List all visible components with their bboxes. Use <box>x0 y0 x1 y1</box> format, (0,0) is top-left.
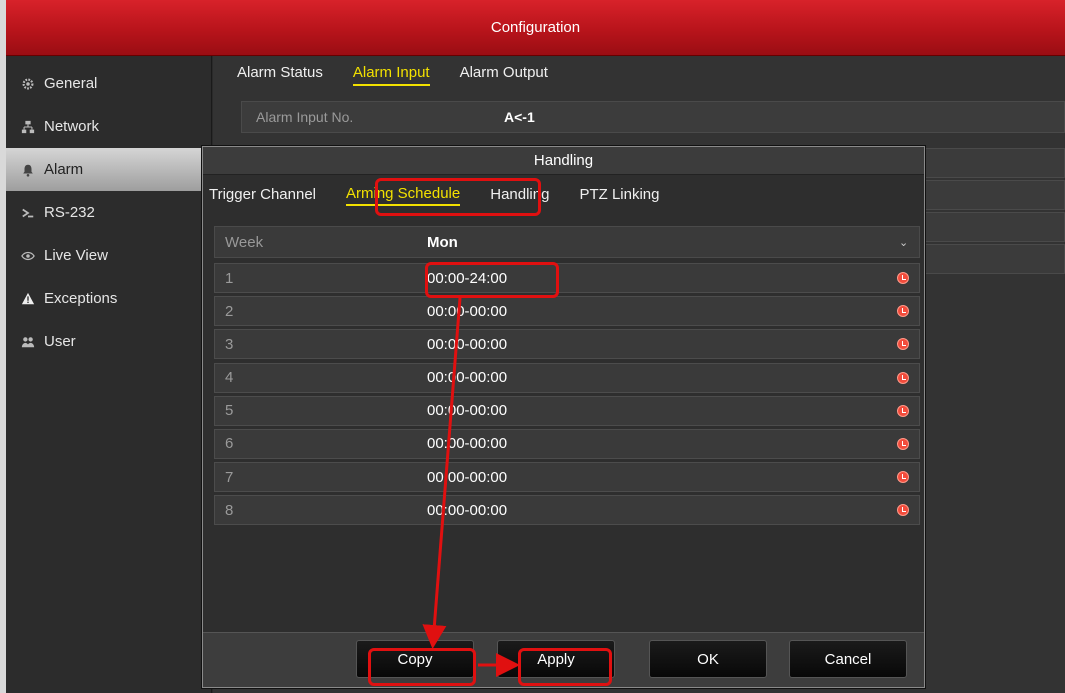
bell-icon <box>20 162 36 178</box>
clock-icon[interactable] <box>897 471 909 484</box>
schedule-row-number: 2 <box>225 302 234 320</box>
serial-port-icon <box>20 205 36 221</box>
schedule-row-number: 3 <box>225 335 234 353</box>
clock-icon[interactable] <box>897 305 909 318</box>
dialog-title: Handling <box>533 152 594 169</box>
sidebar-item-label: Alarm <box>44 161 84 178</box>
title-bar: Configuration <box>6 0 1065 56</box>
window-title: Configuration <box>490 19 581 36</box>
schedule-row: 1 00:00-24:00 <box>214 263 920 293</box>
background-field-row <box>923 180 1065 210</box>
schedule-list: 1 00:00-24:00 2 00:00-00:00 3 00:00-00:0… <box>214 263 920 529</box>
schedule-row: 7 00:00-00:00 <box>214 462 920 493</box>
tab-ptz-linking[interactable]: PTZ Linking <box>579 186 659 205</box>
sidebar-item-rs232[interactable]: RS-232 <box>6 191 211 234</box>
week-value: Mon <box>427 233 458 251</box>
sidebar-item-exceptions[interactable]: Exceptions <box>6 277 211 320</box>
schedule-row: 4 00:00-00:00 <box>214 362 920 393</box>
chevron-down-icon: ⌄ <box>899 236 909 249</box>
schedule-row: 6 00:00-00:00 <box>214 428 920 459</box>
alarm-input-no-value[interactable]: A<-1 <box>504 109 535 125</box>
schedule-row: 3 00:00-00:00 <box>214 329 920 360</box>
sidebar-item-label: Exceptions <box>44 290 118 307</box>
alarm-tabs: Alarm Status Alarm Input Alarm Output <box>237 64 578 86</box>
tab-alarm-input[interactable]: Alarm Input <box>352 64 430 86</box>
sidebar: General Network Alarm RS-232 Live View E… <box>6 56 212 693</box>
schedule-row: 8 00:00-00:00 <box>214 495 920 526</box>
schedule-row-number: 4 <box>225 369 234 387</box>
clock-icon[interactable] <box>897 371 909 384</box>
schedule-time-field[interactable]: 00:00-00:00 <box>427 402 897 419</box>
schedule-row: 5 00:00-00:00 <box>214 395 920 426</box>
sidebar-item-live-view[interactable]: Live View <box>6 234 211 277</box>
sidebar-item-general[interactable]: General <box>6 62 211 105</box>
schedule-time-field[interactable]: 00:00-00:00 <box>427 435 897 452</box>
clock-icon[interactable] <box>897 272 909 284</box>
schedule-time-field[interactable]: 00:00-00:00 <box>427 469 897 486</box>
schedule-row-number: 8 <box>225 501 234 519</box>
highlight-schedule-row-1 <box>425 262 559 298</box>
highlight-arming-schedule-tab <box>375 178 541 216</box>
background-field-row <box>923 244 1065 274</box>
schedule-time-field[interactable]: 00:00-00:00 <box>427 303 897 320</box>
schedule-row: 2 00:00-00:00 <box>214 296 920 327</box>
schedule-row-number: 1 <box>225 269 234 287</box>
tab-alarm-status[interactable]: Alarm Status <box>237 64 323 86</box>
clock-icon[interactable] <box>897 504 909 517</box>
alarm-input-no-label: Alarm Input No. <box>256 109 354 125</box>
clock-icon[interactable] <box>897 338 909 351</box>
handling-dialog: Handling Trigger Channel Arming Schedule… <box>202 146 925 688</box>
highlight-copy-button <box>368 648 476 686</box>
background-field-row <box>923 212 1065 242</box>
sidebar-item-label: Live View <box>44 247 108 264</box>
sidebar-item-label: RS-232 <box>44 204 95 221</box>
sidebar-item-alarm[interactable]: Alarm <box>6 148 211 191</box>
warning-icon <box>20 291 36 307</box>
schedule-row-number: 7 <box>225 468 234 486</box>
gear-icon <box>20 76 36 92</box>
dialog-title-bar: Handling <box>203 147 924 175</box>
schedule-row-number: 6 <box>225 435 234 453</box>
highlight-apply-button <box>518 648 612 686</box>
background-field-row <box>923 148 1065 178</box>
week-label: Week <box>225 233 264 251</box>
clock-icon[interactable] <box>897 437 909 450</box>
alarm-input-no-row: Alarm Input No. A<-1 <box>241 101 1065 133</box>
schedule-time-field[interactable]: 00:00-00:00 <box>427 336 897 353</box>
sidebar-item-label: User <box>44 333 76 350</box>
sidebar-item-user[interactable]: User <box>6 320 211 363</box>
sidebar-item-network[interactable]: Network <box>6 105 211 148</box>
tab-trigger-channel[interactable]: Trigger Channel <box>209 186 316 205</box>
schedule-time-field[interactable]: 00:00-00:00 <box>427 369 897 386</box>
dialog-tabs: Trigger Channel Arming Schedule Handling… <box>203 175 924 215</box>
users-icon <box>20 334 36 350</box>
network-icon <box>20 119 36 135</box>
sidebar-item-label: Network <box>44 118 100 135</box>
schedule-time-field[interactable]: 00:00-00:00 <box>427 502 897 519</box>
clock-icon[interactable] <box>897 404 909 417</box>
schedule-row-number: 5 <box>225 402 234 420</box>
cancel-button[interactable]: Cancel <box>789 640 907 678</box>
week-select[interactable]: Week Mon ⌄ <box>214 226 920 258</box>
ok-button[interactable]: OK <box>649 640 767 678</box>
sidebar-item-label: General <box>44 75 98 92</box>
eye-icon <box>20 248 36 264</box>
tab-alarm-output[interactable]: Alarm Output <box>460 64 548 86</box>
